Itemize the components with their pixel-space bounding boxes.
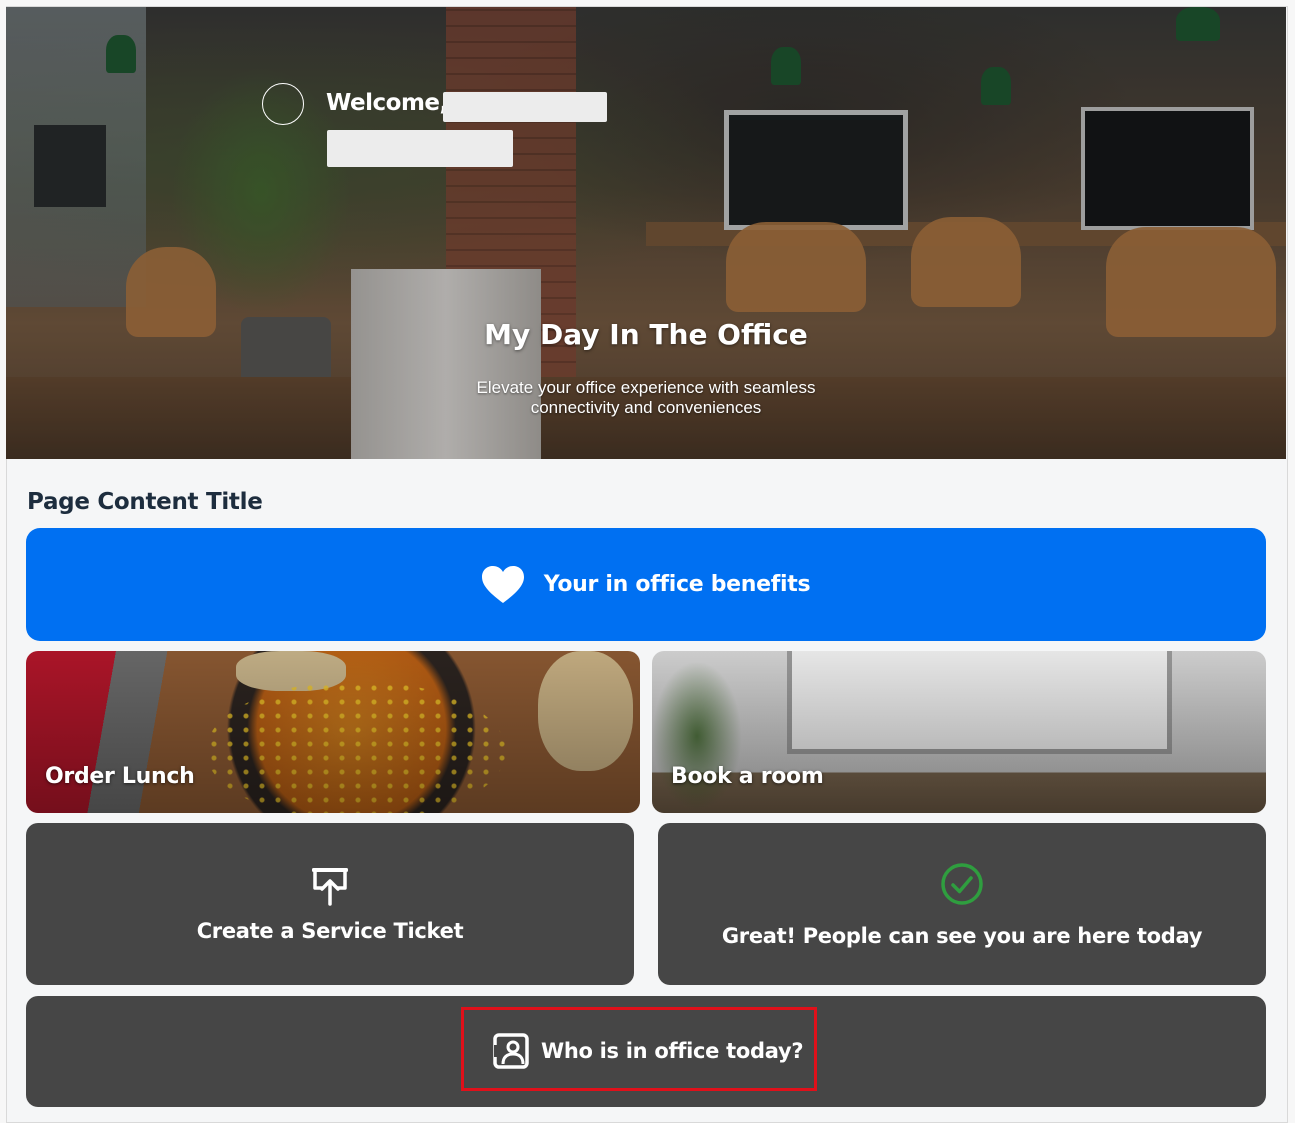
person-card-icon — [493, 1033, 529, 1069]
create-service-ticket-tile[interactable]: Create a Service Ticket — [26, 823, 634, 985]
book-room-label: Book a room — [671, 764, 824, 789]
service-ticket-label: Create a Service Ticket — [196, 919, 464, 943]
who-in-office-label: Who is in office today? — [541, 1039, 804, 1063]
who-in-office-button[interactable]: Who is in office today? — [493, 1033, 804, 1069]
presentation-upload-icon — [312, 868, 348, 906]
welcome-text: Welcome, — [326, 90, 448, 116]
hero-title: My Day In The Office — [484, 318, 808, 351]
presence-status-tile[interactable]: Great! People can see you are here today — [658, 823, 1266, 985]
book-room-tile[interactable]: Book a room — [652, 651, 1266, 813]
heart-icon — [481, 565, 524, 603]
benefits-label: Your in office benefits — [543, 572, 811, 597]
hero-subtitle: Elevate your office experience with seam… — [476, 378, 816, 417]
redacted-name — [443, 92, 607, 122]
redacted-name-line-2 — [327, 130, 513, 167]
presence-status-label: Great! People can see you are here today — [721, 924, 1203, 948]
order-lunch-tile[interactable]: Order Lunch — [26, 651, 640, 813]
check-circle-icon — [941, 863, 983, 905]
order-lunch-label: Order Lunch — [45, 764, 195, 789]
avatar[interactable] — [262, 83, 304, 125]
in-office-benefits-button[interactable]: Your in office benefits — [26, 528, 1266, 641]
page-title: Page Content Title — [27, 489, 263, 515]
